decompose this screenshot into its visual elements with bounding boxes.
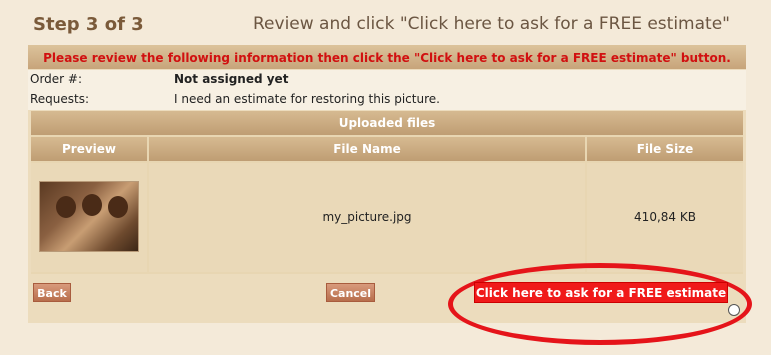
highlight-ring [448,263,752,345]
column-header-file-size: File Size [587,137,743,161]
column-header-preview: Preview [31,137,147,161]
requests-row: Requests: I need an estimate for restori… [28,90,746,110]
back-button[interactable]: Back [33,283,71,302]
photo-thumbnail-icon[interactable] [39,181,139,252]
column-header-file-name: File Name [149,137,585,161]
uploaded-files-title: Uploaded files [31,111,743,135]
step-title: Step 3 of 3 [33,14,144,35]
requests-label: Requests: [30,92,90,106]
file-size-cell: 410,84 KB [587,163,743,272]
preview-cell [31,163,147,272]
order-row: Order #: Not assigned yet [28,70,746,90]
uploaded-files-table: Uploaded files Preview File Name File Si… [31,111,743,274]
mouse-cursor-icon [728,304,740,316]
step-instruction: Review and click "Click here to ask for … [253,14,730,34]
requests-value: I need an estimate for restoring this pi… [174,92,440,106]
cancel-button[interactable]: Cancel [326,283,375,302]
free-estimate-button[interactable]: Click here to ask for a FREE estimate [474,282,728,303]
order-value: Not assigned yet [174,72,289,86]
review-notice: Please review the following information … [28,45,746,69]
order-label: Order #: [30,72,83,86]
step-header: Step 3 of 3 Review and click "Click here… [0,0,771,44]
file-name-cell: my_picture.jpg [149,163,585,272]
